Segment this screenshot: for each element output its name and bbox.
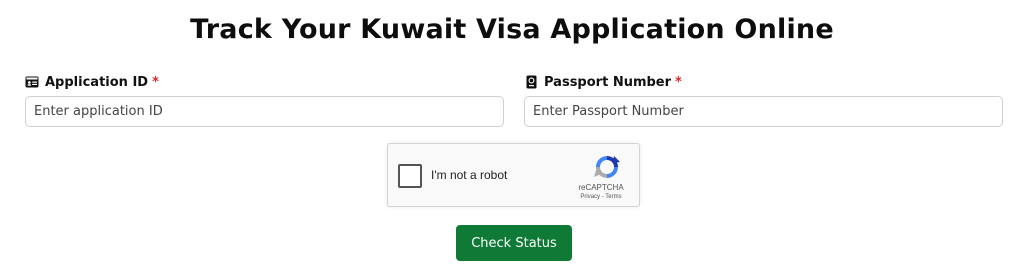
recaptcha-label: I'm not a robot xyxy=(431,168,508,182)
required-marker: * xyxy=(152,74,159,90)
recaptcha-widget: I'm not a robot reCAPTCHA Privacy - Term… xyxy=(387,143,640,207)
passport-number-field: Passport Number * xyxy=(524,74,1003,127)
application-id-label: Application ID xyxy=(45,74,149,90)
id-card-icon xyxy=(25,75,39,89)
recaptcha-checkbox[interactable] xyxy=(398,164,422,188)
application-id-input[interactable] xyxy=(25,96,504,127)
passport-number-label-row: Passport Number * xyxy=(524,74,1003,90)
check-status-button[interactable]: Check Status xyxy=(456,225,572,261)
recaptcha-privacy-terms-link[interactable]: Privacy - Terms xyxy=(572,194,630,200)
visa-tracking-page: Track Your Kuwait Visa Application Onlin… xyxy=(0,0,1024,275)
application-id-field: Application ID * xyxy=(25,74,504,127)
passport-number-input[interactable] xyxy=(524,96,1003,127)
recaptcha-brand: reCAPTCHA xyxy=(578,183,624,192)
passport-icon xyxy=(524,75,538,89)
passport-number-label: Passport Number xyxy=(544,74,672,90)
application-id-label-row: Application ID * xyxy=(25,74,504,90)
required-marker: * xyxy=(675,74,682,90)
recaptcha-logo-icon xyxy=(592,152,622,182)
page-title: Track Your Kuwait Visa Application Onlin… xyxy=(190,14,834,45)
